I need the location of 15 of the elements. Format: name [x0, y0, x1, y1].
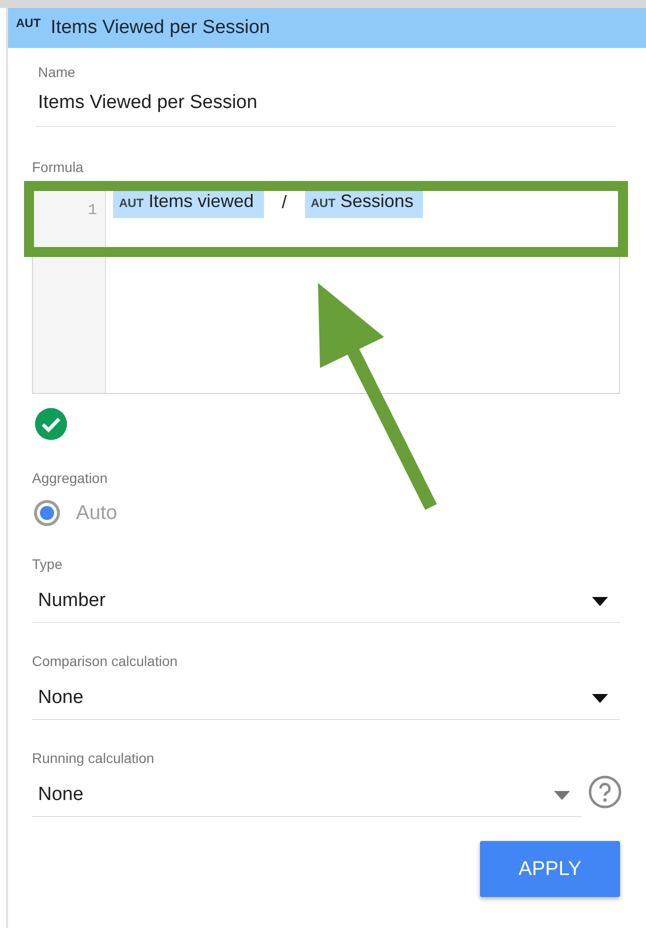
- field-label: Name: [38, 64, 76, 80]
- dropdown[interactable]: Number: [32, 578, 620, 623]
- dropdown[interactable]: None: [32, 675, 620, 720]
- radio-label: Auto: [76, 502, 118, 524]
- field-label: Type: [32, 556, 64, 572]
- line-number: 1: [88, 201, 98, 219]
- field-label: Aggregation: [32, 470, 109, 486]
- name-field[interactable]: Items Viewed per Session: [36, 92, 616, 127]
- field-label: Formula: [32, 159, 84, 175]
- field-label: Running calculation: [32, 750, 156, 766]
- field-type-label: AUT: [16, 16, 41, 30]
- operator: /: [280, 191, 288, 213]
- apply-button[interactable]: APPLY: [480, 841, 620, 897]
- dialog-title: Items Viewed per Session: [50, 17, 270, 39]
- field-label: Comparison calculation: [32, 653, 179, 669]
